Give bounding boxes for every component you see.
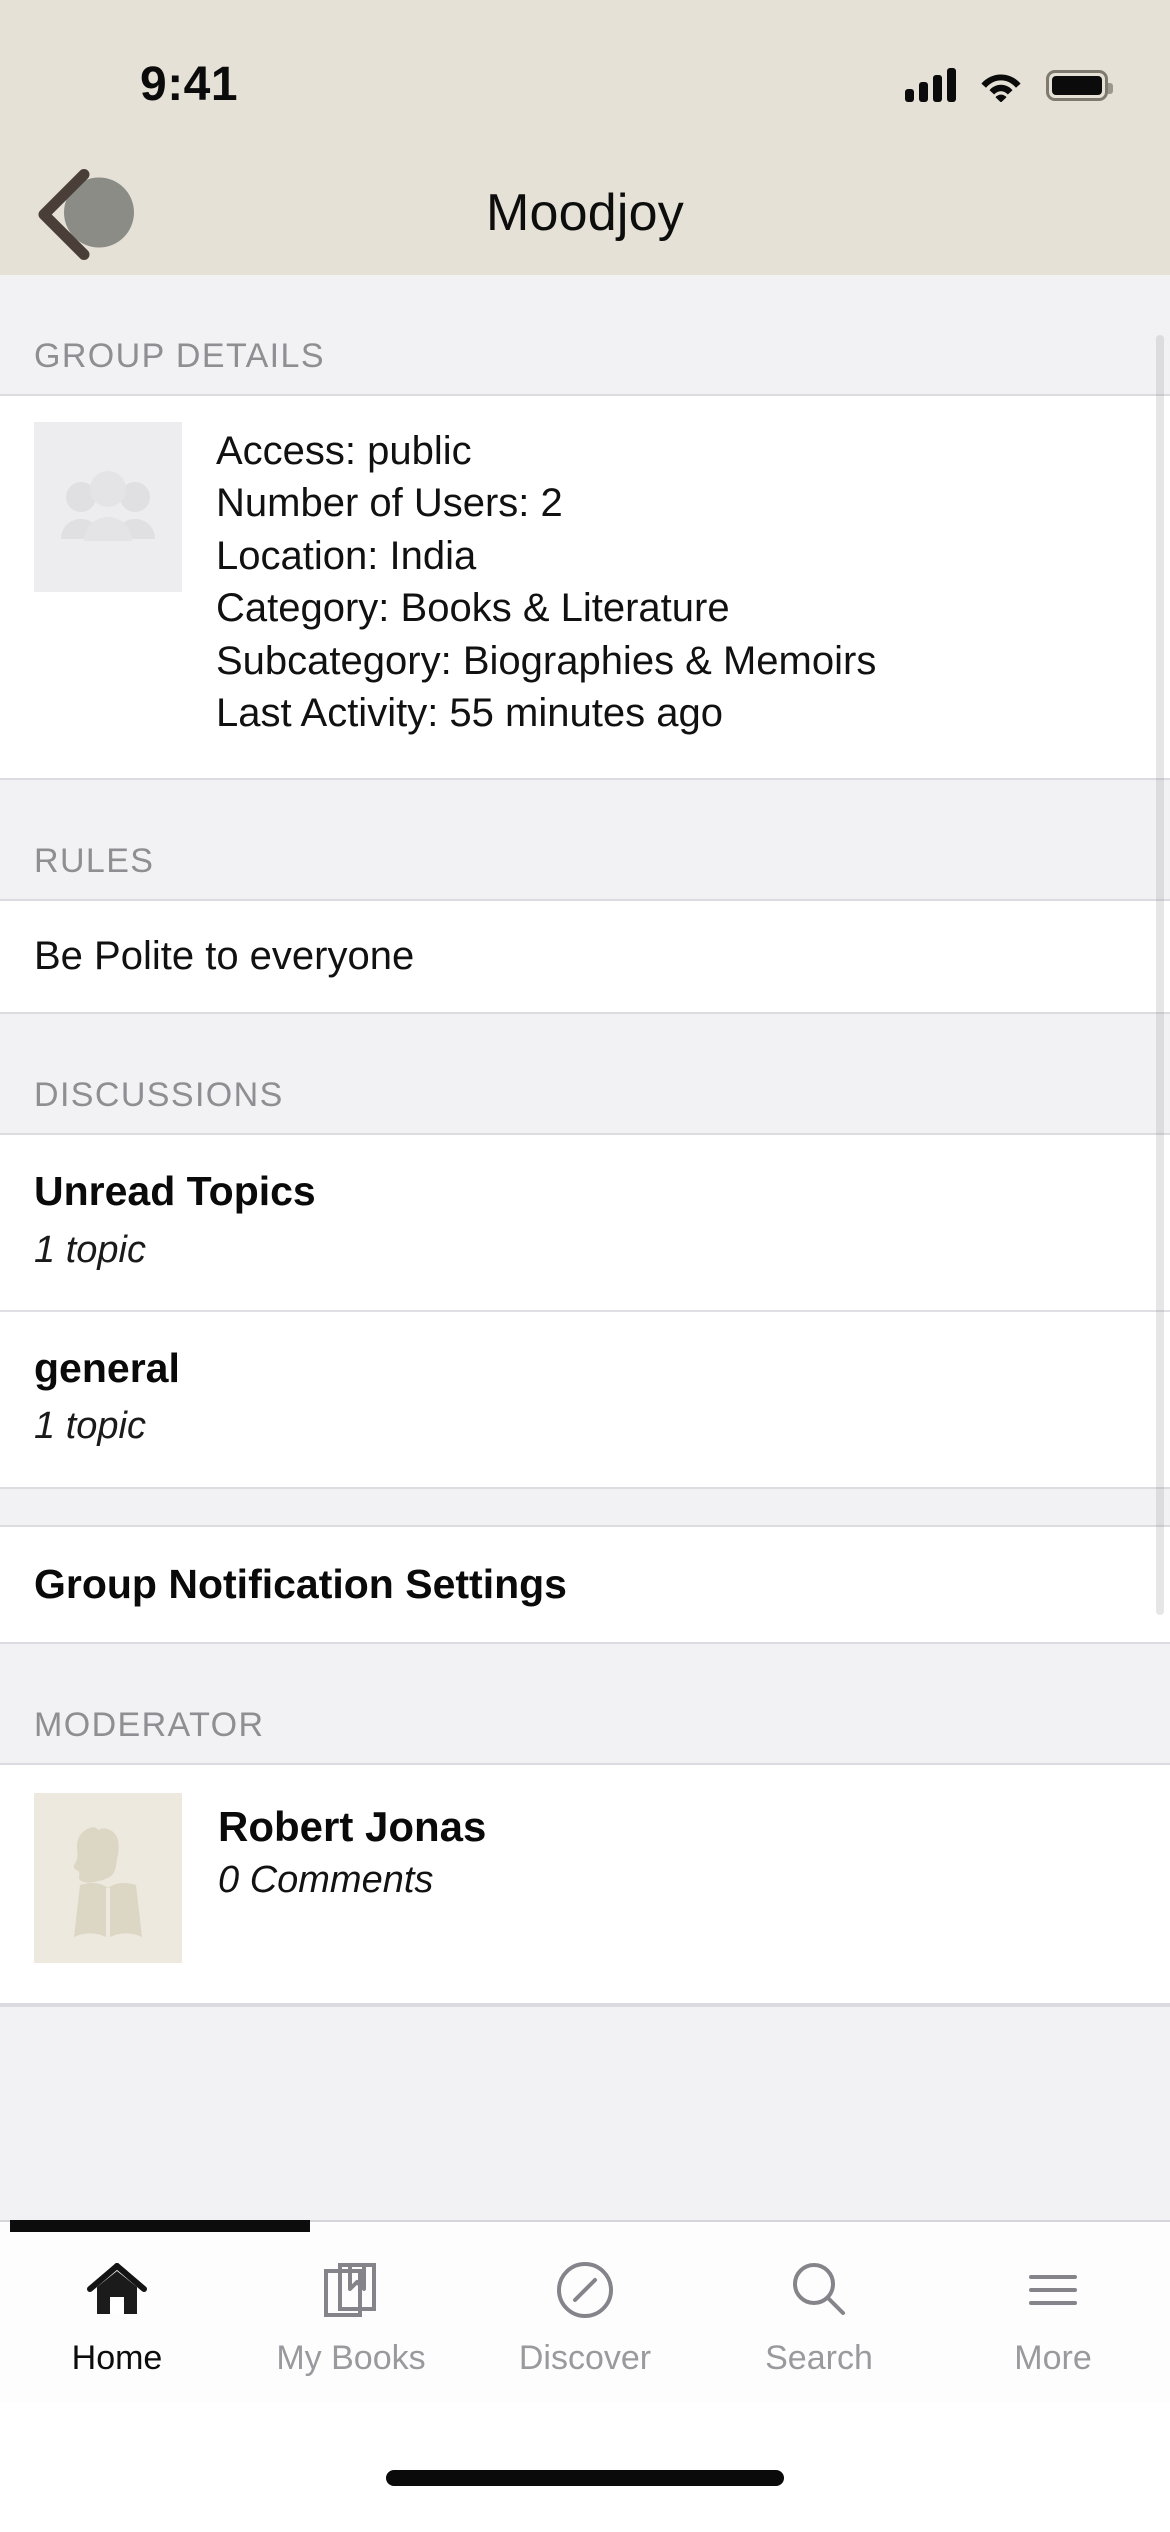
moderator-row[interactable]: Robert Jonas 0 Comments — [0, 1765, 1170, 2003]
section-header-discussions: DISCUSSIONS — [0, 1014, 1170, 1134]
page-title: Moodjoy — [486, 183, 684, 242]
discussion-subtitle: 1 topic — [34, 1228, 146, 1271]
section-header-group-details: GROUP DETAILS — [0, 275, 1170, 394]
books-bookmark-icon — [320, 2259, 382, 2321]
home-indicator-area — [0, 2402, 1170, 2532]
status-bar: 9:41 — [0, 0, 1170, 150]
tab-label: More — [1014, 2338, 1092, 2377]
tab-discover[interactable]: Discover — [468, 2222, 702, 2402]
group-details-lines: Access: public Number of Users: 2 Locati… — [216, 422, 876, 738]
tab-label: Discover — [518, 2338, 652, 2377]
discussion-title: Unread Topics — [34, 1168, 316, 1215]
cellular-signal-icon — [905, 68, 956, 102]
tab-more[interactable]: More — [936, 2222, 1170, 2402]
group-detail-subcategory: Subcategory: Biographies & Memoirs — [216, 638, 877, 683]
section-gap — [0, 1488, 1170, 1525]
discussion-subtitle: 1 topic — [34, 1405, 146, 1448]
tab-home[interactable]: Home — [0, 2222, 234, 2402]
section-header-moderator: MODERATOR — [0, 1643, 1170, 1763]
hamburger-menu-icon — [1022, 2259, 1084, 2321]
back-button[interactable] — [18, 160, 138, 265]
group-details-card: Access: public Number of Users: 2 Locati… — [0, 394, 1170, 781]
tab-label: Home — [71, 2338, 163, 2377]
nav-bar: Moodjoy — [0, 150, 1170, 275]
discussions-card: Unread Topics 1 topic general 1 topic — [0, 1133, 1170, 1489]
rule-item: Be Polite to everyone — [34, 934, 415, 979]
person-reading-book-avatar — [34, 1792, 182, 1963]
moderator-name: Robert Jonas — [218, 1802, 487, 1850]
section-header-rules: RULES — [0, 780, 1170, 900]
active-tab-indicator — [10, 2220, 310, 2232]
tab-search[interactable]: Search — [702, 2222, 936, 2402]
group-people-placeholder-icon — [34, 422, 182, 592]
chevron-left-icon — [38, 168, 90, 260]
battery-icon — [1046, 69, 1113, 101]
discussion-item-unread-topics[interactable]: Unread Topics 1 topic — [0, 1135, 1170, 1310]
group-details-row: Access: public Number of Users: 2 Locati… — [0, 396, 1170, 778]
tab-label: Search — [765, 2338, 873, 2377]
notification-settings-card: Group Notification Settings — [0, 1524, 1170, 1644]
group-detail-access: Access: public — [216, 429, 472, 473]
magnifier-icon — [788, 2259, 850, 2321]
home-indicator[interactable] — [386, 2470, 784, 2486]
home-icon — [86, 2259, 148, 2321]
compass-icon — [554, 2259, 616, 2321]
discussion-title: general — [34, 1344, 180, 1391]
tab-label: My Books — [276, 2338, 426, 2377]
vertical-scrollbar[interactable] — [1156, 335, 1164, 1615]
tab-my-books[interactable]: My Books — [234, 2222, 468, 2402]
phone-screen: 9:41 Moodjoy GROUP DETAILS Access: publi… — [0, 0, 1170, 2532]
list-tail-spacer — [0, 2004, 1170, 2077]
status-time: 9:41 — [140, 57, 239, 111]
rules-card: Be Polite to everyone — [0, 899, 1170, 1015]
status-icons — [905, 68, 1113, 102]
wifi-icon — [978, 68, 1024, 102]
scroll-content[interactable]: GROUP DETAILS Access: public Number of U… — [0, 275, 1170, 2220]
discussion-item-general[interactable]: general 1 topic — [0, 1309, 1170, 1487]
group-detail-category: Category: Books & Literature — [216, 586, 730, 631]
moderator-card: Robert Jonas 0 Comments — [0, 1762, 1170, 2005]
group-detail-users: Number of Users: 2 — [216, 481, 563, 526]
group-detail-last-activity: Last Activity: 55 minutes ago — [216, 690, 723, 735]
group-notification-settings-row[interactable]: Group Notification Settings — [0, 1527, 1170, 1642]
moderator-text: Robert Jonas 0 Comments — [218, 1793, 486, 1902]
group-detail-location: Location: India — [216, 533, 477, 578]
moderator-comments: 0 Comments — [218, 1858, 434, 1901]
tab-bar: Home My Books Discover Search More — [0, 2220, 1170, 2402]
